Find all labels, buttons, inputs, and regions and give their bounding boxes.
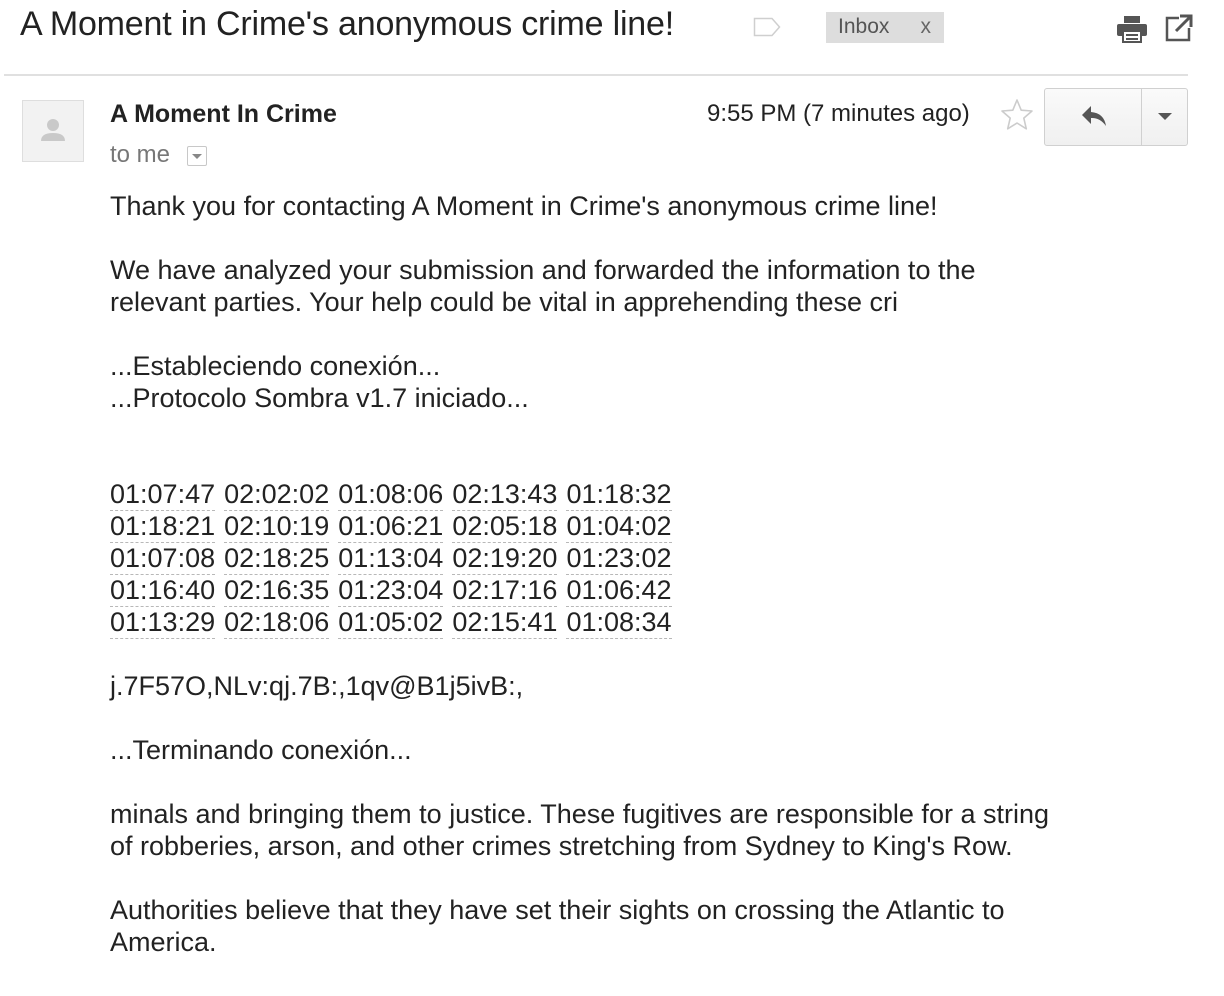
timecode[interactable]: 02:10:19 [224, 511, 330, 543]
paragraph-2-line-1: minals and bringing them to justice. The… [110, 799, 1049, 829]
more-actions-button[interactable] [1142, 89, 1187, 145]
timecode-row: 01:13:29 02:18:06 01:05:02 02:15:41 01:08:34 [110, 606, 1190, 639]
timecode[interactable]: 01:07:08 [110, 543, 216, 575]
timecode[interactable]: 02:02:02 [224, 479, 330, 511]
timecode[interactable]: 01:06:42 [566, 575, 672, 607]
timecode[interactable]: 02:05:18 [452, 511, 558, 543]
timecode-grid: 01:07:47 02:02:02 01:08:06 02:13:43 01:18:32… [110, 478, 1190, 639]
timecode[interactable]: 01:13:04 [338, 543, 444, 575]
timecode-row: 01:07:47 02:02:02 01:08:06 02:13:43 01:18:32 [110, 478, 1190, 511]
open-in-new-window-icon[interactable] [1165, 14, 1193, 42]
star-icon[interactable] [999, 97, 1035, 133]
timecode[interactable]: 01:13:29 [110, 607, 216, 639]
timecode[interactable]: 01:18:21 [110, 511, 216, 543]
sender-avatar[interactable] [22, 100, 84, 162]
status-line-connecting: ...Estableciendo conexión... [110, 351, 441, 381]
default-avatar-icon [41, 119, 65, 141]
timecode[interactable]: 02:17:16 [452, 575, 558, 607]
subject-bar: A Moment in Crime's anonymous crime line… [0, 0, 1224, 76]
recipient-line: to me [110, 141, 171, 168]
timecode[interactable]: 01:07:47 [110, 479, 216, 511]
reply-arrow-icon [1082, 106, 1106, 126]
timecode-row: 01:07:08 02:18:25 01:13:04 02:19:20 01:23:02 [110, 542, 1190, 575]
message-body: Thank you for contacting A Moment in Cri… [110, 190, 1190, 958]
paragraph-2-line-2: of robberies, arson, and other crimes st… [110, 831, 1013, 861]
timecode[interactable]: 01:05:02 [338, 607, 444, 639]
status-line-terminating: ...Terminando conexión... [110, 735, 412, 765]
label-tag-icon[interactable] [753, 17, 781, 37]
reply-button[interactable] [1045, 89, 1142, 145]
timecode[interactable]: 01:04:02 [566, 511, 672, 543]
header-divider [4, 74, 1188, 76]
timecode[interactable]: 02:16:35 [224, 575, 330, 607]
timecode[interactable]: 01:08:34 [566, 607, 672, 639]
sender-name[interactable]: A Moment In Crime [110, 100, 337, 129]
inbox-label-chip[interactable]: Inbox x [826, 12, 944, 43]
timecode[interactable]: 01:23:04 [338, 575, 444, 607]
subject-title: A Moment in Crime's anonymous crime line… [20, 5, 674, 43]
timecode[interactable]: 01:08:06 [338, 479, 444, 511]
timecode[interactable]: 01:18:32 [566, 479, 672, 511]
timecode-row: 01:18:21 02:10:19 01:06:21 02:05:18 01:04:02 [110, 510, 1190, 543]
show-details-button[interactable] [187, 146, 207, 166]
cipher-text: j.7F57O,NLv:qj.7B:,1qv@B1j5ivB:, [110, 671, 524, 701]
paragraph-1-line-1: We have analyzed your submission and for… [110, 255, 976, 285]
timecode[interactable]: 01:16:40 [110, 575, 216, 607]
message-timestamp: 9:55 PM (7 minutes ago) [707, 100, 970, 127]
timecode[interactable]: 01:06:21 [338, 511, 444, 543]
paragraph-3-line-2: America. [110, 927, 217, 957]
timecode[interactable]: 02:15:41 [452, 607, 558, 639]
reply-button-group [1044, 88, 1188, 146]
remove-label-button[interactable]: x [921, 15, 932, 39]
timecode[interactable]: 01:23:02 [566, 543, 672, 575]
status-line-protocol: ...Protocolo Sombra v1.7 iniciado... [110, 383, 529, 413]
timecode[interactable]: 02:19:20 [452, 543, 558, 575]
greeting-line: Thank you for contacting A Moment in Cri… [110, 191, 938, 221]
timecode[interactable]: 02:18:06 [224, 607, 330, 639]
paragraph-3-line-1: Authorities believe that they have set t… [110, 895, 1005, 925]
inbox-label-text: Inbox [838, 15, 890, 38]
timecode[interactable]: 02:13:43 [452, 479, 558, 511]
paragraph-1-line-2: relevant parties. Your help could be vit… [110, 287, 899, 317]
timecode-row: 01:16:40 02:16:35 01:23:04 02:17:16 01:06:42 [110, 574, 1190, 607]
timecode[interactable]: 02:18:25 [224, 543, 330, 575]
print-icon[interactable] [1116, 14, 1148, 44]
